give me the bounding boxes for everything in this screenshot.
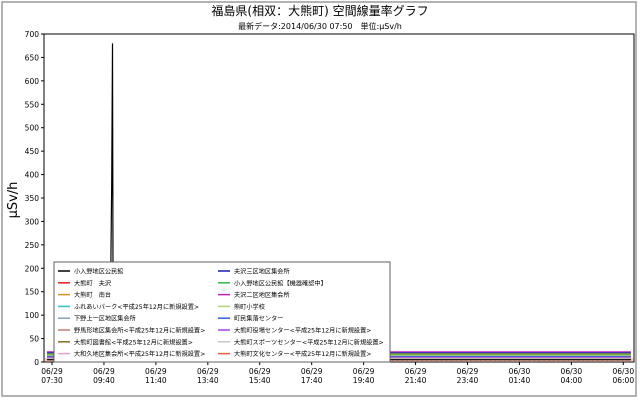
x-tick-date: 06/29 <box>197 367 219 376</box>
y-axis-label: μSv/h <box>6 182 21 219</box>
x-tick-date: 06/30 <box>612 367 634 376</box>
y-tick-label: 350 <box>25 194 40 203</box>
legend-label-3: ふれあいパーク<平成25年12月に新規設置> <box>74 303 199 311</box>
chart-svg: 福島県(相双：大熊町) 空間線量率グラフ 最新データ:2014/06/30 07… <box>1 1 637 397</box>
legend-label-7: 大和久地区集会所<平成25年12月に新規設置> <box>74 350 205 358</box>
y-tick-label: 0 <box>34 358 39 367</box>
legend-label-10: 夫沢二区地区集会所 <box>234 291 290 299</box>
x-tick-time: 21:40 <box>405 376 427 385</box>
legend-label-5: 野馬形地区集会所<平成25年12月に新規設置> <box>74 327 205 335</box>
y-tick-label: 300 <box>25 217 40 226</box>
x-tick-date: 06/29 <box>301 367 323 376</box>
x-tick-time: 01:40 <box>509 376 531 385</box>
x-tick-date: 06/29 <box>405 367 427 376</box>
x-tick-date: 06/29 <box>457 367 479 376</box>
legend-label-12: 町民集落センター <box>234 315 284 323</box>
x-tick-time: 13:40 <box>197 376 219 385</box>
x-tick-time: 07:30 <box>41 376 63 385</box>
legend-label-15: 大熊町文化センター<平成25年12月に新規設置> <box>234 350 372 358</box>
chart-title: 福島県(相双：大熊町) 空間線量率グラフ <box>211 3 428 18</box>
x-tick-date: 06/29 <box>353 367 375 376</box>
x-tick-time: 15:40 <box>249 376 271 385</box>
y-tick-label: 400 <box>25 171 40 180</box>
x-tick-time: 06:00 <box>612 376 634 385</box>
x-tick-time: 09:40 <box>93 376 115 385</box>
x-tick-date: 06/29 <box>41 367 63 376</box>
y-tick-label: 550 <box>25 100 40 109</box>
y-tick-label: 100 <box>25 311 40 320</box>
x-tick-date: 06/30 <box>561 367 583 376</box>
legend-label-2: 大熊町 南台 <box>74 291 111 299</box>
x-tick-time: 11:40 <box>145 376 167 385</box>
x-tick-date: 06/30 <box>509 367 531 376</box>
y-tick-label: 600 <box>25 77 40 86</box>
legend-label-4: 下野上一区地区集会所 <box>74 315 136 323</box>
y-tick-label: 450 <box>25 147 40 156</box>
chart-frame: 福島県(相双：大熊町) 空間線量率グラフ 最新データ:2014/06/30 07… <box>0 0 640 400</box>
x-tick-date: 06/29 <box>145 367 167 376</box>
legend-label-8: 夫沢三区地区集会所 <box>234 268 290 276</box>
y-tick-label: 50 <box>29 335 39 344</box>
legend-box <box>53 261 391 363</box>
y-tick-label: 500 <box>25 124 40 133</box>
legend-label-0: 小入野地区公民館 <box>74 268 124 276</box>
legend-label-6: 大熊町図書館<平成25年12月に新規設置> <box>74 338 193 346</box>
x-tick-date: 06/29 <box>93 367 115 376</box>
legend-label-1: 大熊町 夫沢 <box>74 279 112 287</box>
y-tick-label: 200 <box>25 264 40 273</box>
x-tick-time: 19:40 <box>353 376 375 385</box>
legend: 小入野地区公民館大熊町 夫沢大熊町 南台ふれあいパーク<平成25年12月に新規設… <box>53 261 391 363</box>
y-tick-label: 150 <box>25 288 40 297</box>
x-tick-time: 23:40 <box>457 376 479 385</box>
x-tick-date: 06/29 <box>249 367 271 376</box>
x-tick-time: 04:00 <box>561 376 583 385</box>
y-tick-label: 650 <box>25 53 40 62</box>
legend-label-9: 小入野地区公民館【機器確認中】 <box>234 279 327 287</box>
legend-label-13: 大熊町役場センター<平成25年12月に新規設置> <box>234 327 372 335</box>
y-tick-label: 700 <box>25 30 40 39</box>
legend-label-14: 大熊町スポーツセンター<平成25年12月に新規設置> <box>234 338 384 346</box>
legend-label-11: 熊町小学校 <box>234 303 265 311</box>
y-tick-label: 250 <box>25 241 40 250</box>
chart-subtitle: 最新データ:2014/06/30 07:50 単位:μSv/h <box>238 21 402 31</box>
x-tick-time: 17:40 <box>301 376 323 385</box>
